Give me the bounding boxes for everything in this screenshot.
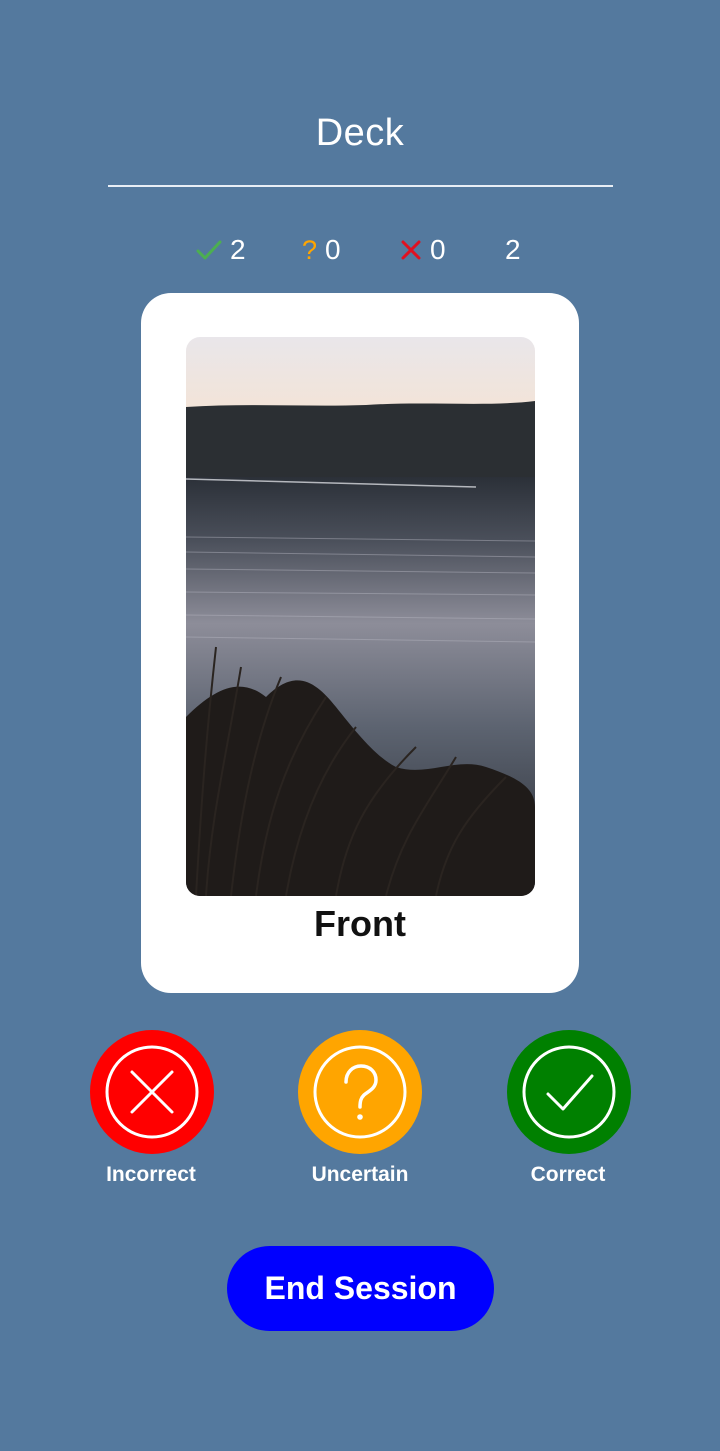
total-count-stat: 2 bbox=[505, 230, 521, 270]
x-circle-icon bbox=[105, 1045, 199, 1139]
question-circle-icon bbox=[313, 1045, 407, 1139]
incorrect-button[interactable] bbox=[90, 1030, 214, 1154]
card-side-label: Front bbox=[314, 903, 406, 944]
incorrect-label: Incorrect bbox=[106, 1163, 196, 1186]
incorrect-count: 0 bbox=[430, 234, 446, 265]
correct-button[interactable] bbox=[507, 1030, 631, 1154]
deck-title: Deck bbox=[315, 112, 405, 154]
correct-label: Correct bbox=[530, 1163, 606, 1186]
uncertain-count: 0 bbox=[325, 234, 341, 265]
end-session-button[interactable]: End Session bbox=[227, 1246, 494, 1331]
card-image bbox=[186, 337, 535, 896]
x-icon bbox=[400, 239, 422, 261]
correct-count: 2 bbox=[230, 234, 246, 265]
title-divider bbox=[108, 185, 613, 187]
check-circle-icon bbox=[522, 1045, 616, 1139]
question-icon: ? bbox=[302, 234, 318, 265]
correct-count-stat: 2 bbox=[196, 230, 246, 270]
flashcard[interactable]: Front bbox=[141, 293, 579, 993]
check-icon bbox=[196, 239, 222, 261]
uncertain-label: Uncertain bbox=[311, 1163, 409, 1186]
incorrect-count-stat: 0 bbox=[400, 230, 446, 270]
uncertain-count-stat: ? 0 bbox=[302, 230, 341, 270]
uncertain-button[interactable] bbox=[298, 1030, 422, 1154]
total-count: 2 bbox=[505, 234, 521, 265]
